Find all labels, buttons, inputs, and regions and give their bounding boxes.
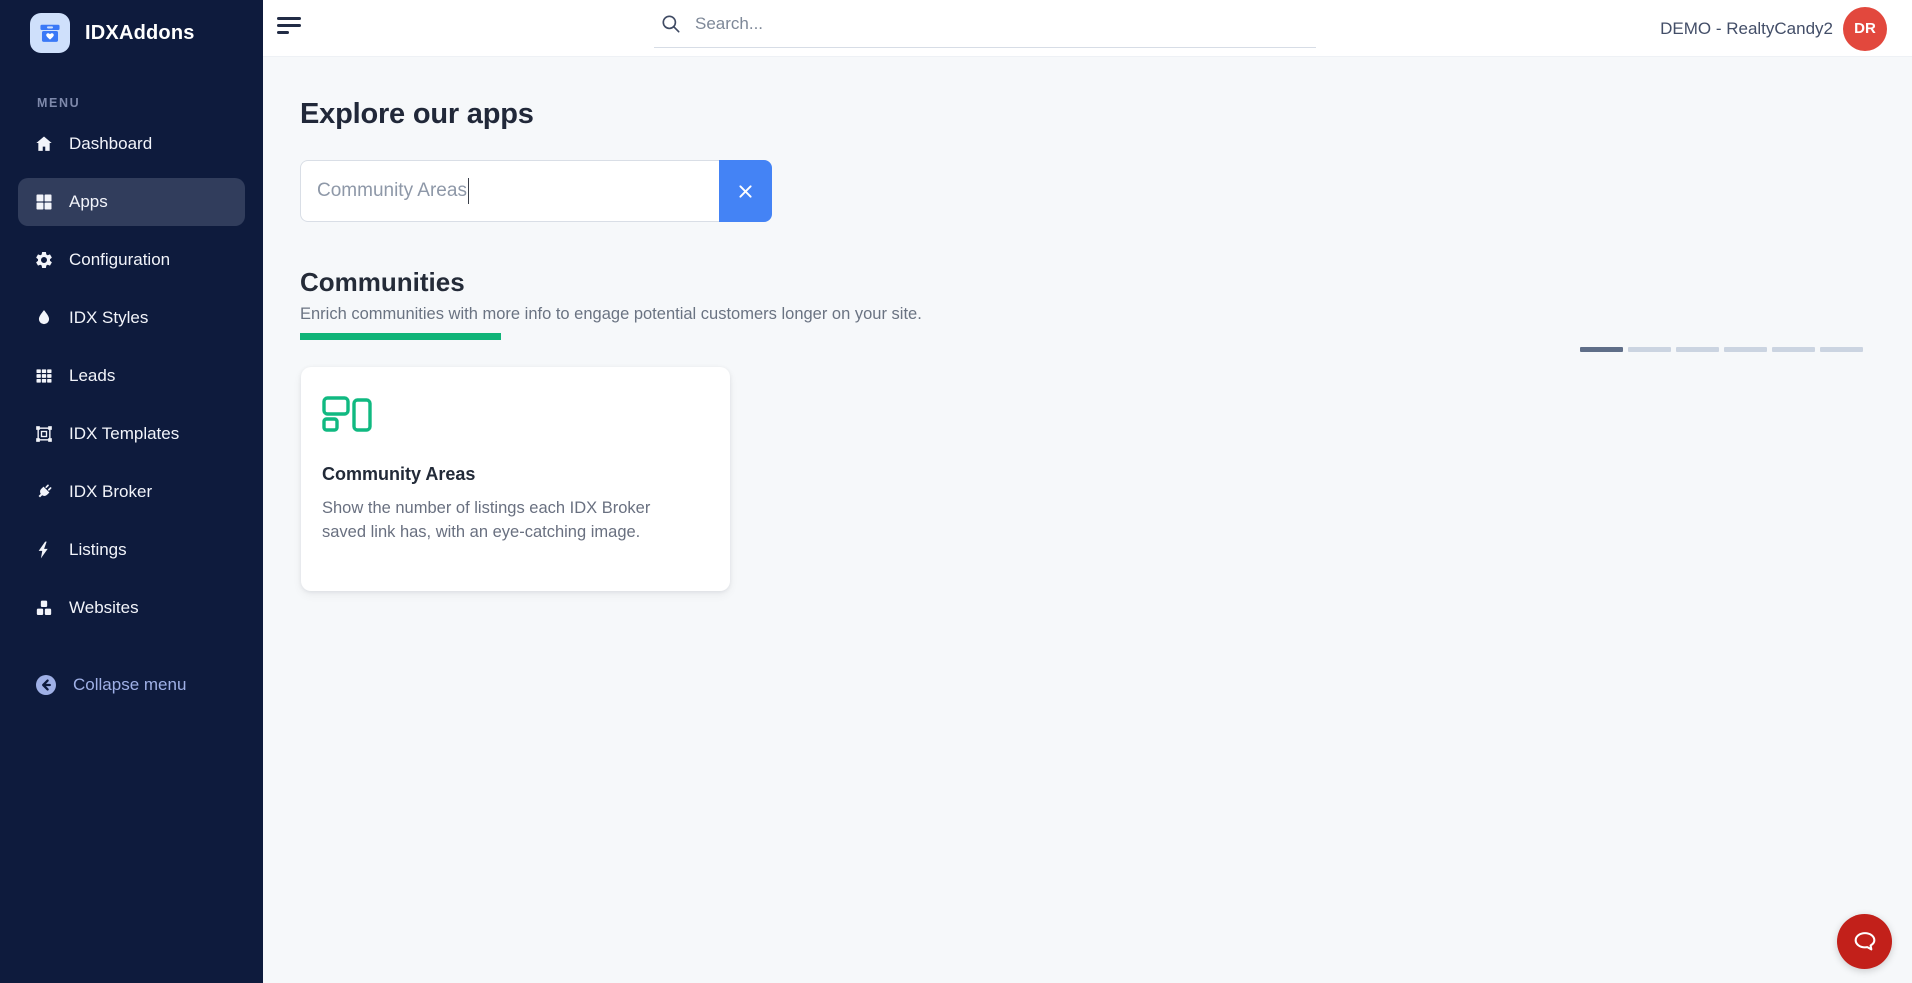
sidebar-item-idx-templates[interactable]: IDX Templates: [18, 410, 245, 458]
page-title: Explore our apps: [300, 98, 534, 130]
home-icon: [34, 134, 54, 154]
pagination-dash[interactable]: [1580, 347, 1623, 352]
sidebar-item-idx-broker[interactable]: IDX Broker: [18, 468, 245, 516]
global-search: [654, 0, 1316, 48]
arrow-left-circle-icon: [34, 673, 58, 697]
object-frame-icon: [34, 424, 54, 444]
app-card-community-areas[interactable]: Community Areas Show the number of listi…: [301, 367, 730, 591]
carousel-pagination: [1580, 347, 1863, 352]
brand-logo[interactable]: IDXAddons: [30, 13, 195, 53]
avatar[interactable]: DR: [1843, 6, 1887, 51]
menu-section-label: MENU: [37, 96, 81, 110]
package-heart-icon: [30, 13, 70, 53]
card-description: Show the number of listings each IDX Bro…: [322, 499, 651, 541]
sidebar-item-leads[interactable]: Leads: [18, 352, 245, 400]
gear-icon: [34, 250, 54, 270]
sidebar-item-configuration[interactable]: Configuration: [18, 236, 245, 284]
table-cells-icon: [34, 366, 54, 386]
sidebar-item-listings[interactable]: Listings: [18, 526, 245, 574]
chat-fab-button[interactable]: [1837, 914, 1892, 969]
page: IDXAddons MENU Dashboard Apps Configurat…: [0, 0, 1912, 983]
main-content: Explore our apps Community Areas Communi…: [263, 57, 1912, 983]
section-accent-bar: [300, 333, 501, 340]
bolt-icon: [34, 540, 54, 560]
card-title: Community Areas: [322, 464, 476, 484]
apps-filter-group: Community Areas: [300, 160, 772, 222]
account-area: DEMO - RealtyCandy2 DR: [1660, 0, 1887, 57]
x-icon: [739, 184, 752, 198]
pagination-dash[interactable]: [1820, 347, 1863, 352]
cubes-icon: [34, 598, 54, 618]
sidebar-item-websites[interactable]: Websites: [18, 584, 245, 632]
plug-icon: [34, 482, 54, 502]
droplet-icon: [34, 308, 54, 328]
text-caret: [467, 178, 470, 204]
search-icon: [662, 14, 680, 33]
pagination-dash[interactable]: [1724, 347, 1767, 352]
topbar: DEMO - RealtyCandy2 DR: [263, 0, 1912, 57]
apps-grid-icon: [34, 192, 54, 212]
brand-name: IDXAddons: [85, 21, 195, 44]
layout-blocks-icon: [322, 396, 372, 432]
sidebar-item-idx-styles[interactable]: IDX Styles: [18, 294, 245, 342]
sidebar-item-dashboard[interactable]: Dashboard: [18, 120, 245, 168]
hamburger-menu-button[interactable]: [277, 17, 301, 39]
section-title: Communities: [300, 267, 465, 297]
apps-filter-value: Community Areas: [317, 180, 467, 201]
sidebar: IDXAddons MENU Dashboard Apps Configurat…: [0, 0, 263, 983]
section-description: Enrich communities with more info to eng…: [300, 305, 922, 323]
sidebar-nav: Dashboard Apps Configuration IDX Styles …: [0, 120, 263, 642]
apps-filter-input[interactable]: Community Areas: [300, 160, 719, 222]
collapse-menu-button[interactable]: Collapse menu: [18, 661, 245, 709]
clear-filter-button[interactable]: [719, 160, 772, 222]
pagination-dash[interactable]: [1676, 347, 1719, 352]
sidebar-item-apps[interactable]: Apps: [18, 178, 245, 226]
chat-bubble-icon: [1854, 931, 1875, 950]
search-input[interactable]: [695, 13, 1316, 34]
pagination-dash[interactable]: [1628, 347, 1671, 352]
pagination-dash[interactable]: [1772, 347, 1815, 352]
account-name[interactable]: DEMO - RealtyCandy2: [1660, 19, 1833, 39]
